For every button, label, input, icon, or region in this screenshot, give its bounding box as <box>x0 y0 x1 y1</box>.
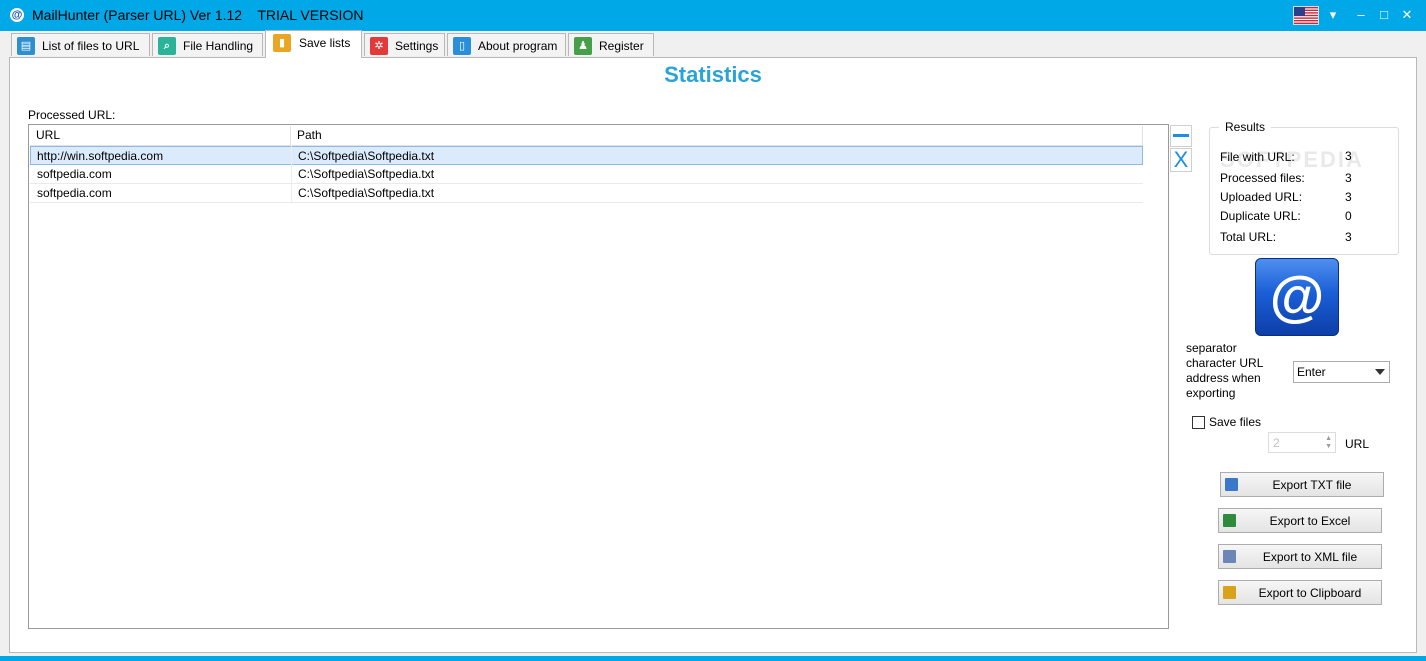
cell-path: C:\Softpedia\Softpedia.txt <box>298 167 435 181</box>
tab-file-handling[interactable]: ⌕ File Handling <box>152 33 263 56</box>
tab-label: File Handling <box>183 39 254 53</box>
export-clipboard-button[interactable]: Export to Clipboard <box>1218 580 1382 605</box>
separator-value: Enter <box>1297 365 1326 379</box>
column-divider <box>291 146 292 203</box>
chevron-down-icon[interactable]: ▼ <box>1325 443 1332 450</box>
excel-icon <box>1223 514 1236 527</box>
minimize-button[interactable]: – <box>1351 6 1371 24</box>
results-title: Results <box>1219 120 1272 134</box>
table-row[interactable]: softpedia.com C:\Softpedia\Softpedia.txt <box>30 165 1143 184</box>
language-dropdown-icon[interactable]: ▾ <box>1323 6 1343 24</box>
txt-file-icon <box>1225 478 1238 491</box>
close-button[interactable]: ✕ <box>1397 6 1417 24</box>
separator-label: separator character URL address when exp… <box>1186 341 1263 400</box>
button-label: Export to XML file <box>1262 550 1358 564</box>
app-logo-icon: @ <box>10 8 24 22</box>
document-icon: ▯ <box>453 37 471 55</box>
export-xml-button[interactable]: Export to XML file <box>1218 544 1382 569</box>
table-row[interactable]: softpedia.com C:\Softpedia\Softpedia.txt <box>30 184 1143 203</box>
user-icon: ♟ <box>574 37 592 55</box>
result-label: Duplicate URL: <box>1220 209 1301 223</box>
tab-about-program[interactable]: ▯ About program <box>447 33 566 56</box>
tab-list-of-files[interactable]: ▤ List of files to URL <box>11 33 150 56</box>
file-list-icon: ▤ <box>17 37 35 55</box>
minus-icon <box>1173 134 1189 137</box>
result-value: 3 <box>1345 230 1352 244</box>
table-row[interactable]: http://win.softpedia.com C:\Softpedia\So… <box>30 146 1143 165</box>
cell-url: http://win.softpedia.com <box>37 149 164 163</box>
result-value: 3 <box>1345 190 1352 204</box>
clipboard-icon <box>1223 586 1236 599</box>
window-title: MailHunter (Parser URL) Ver 1.12 TRIAL V… <box>32 7 364 23</box>
result-label: File with URL: <box>1220 150 1295 164</box>
save-files-checkbox[interactable] <box>1192 416 1205 429</box>
stepper-value: 2 <box>1273 436 1280 450</box>
url-unit-label: URL <box>1345 437 1370 451</box>
clear-list-button[interactable]: X <box>1170 148 1192 172</box>
gear-icon: ✲ <box>370 37 388 55</box>
export-txt-button[interactable]: Export TXT file <box>1220 472 1384 497</box>
tab-label: About program <box>478 39 558 53</box>
tab-register[interactable]: ♟ Register <box>568 33 654 56</box>
window-bottom-border <box>0 656 1426 661</box>
processed-url-table[interactable]: URL Path http://win.softpedia.com C:\Sof… <box>28 124 1169 629</box>
button-label: Export to Excel <box>1269 514 1351 528</box>
chevron-down-icon <box>1375 369 1385 375</box>
chevron-up-icon[interactable]: ▲ <box>1325 435 1332 442</box>
tab-save-lists[interactable]: ▮ Save lists <box>265 30 362 58</box>
cell-url: softpedia.com <box>37 167 112 181</box>
magnifier-icon: ⌕ <box>158 37 176 55</box>
at-sign-logo-icon: @ <box>1255 258 1339 336</box>
result-label: Processed files: <box>1220 171 1305 185</box>
tab-label: Save lists <box>299 36 351 50</box>
url-count-stepper[interactable]: 2 ▲ ▼ <box>1268 432 1336 453</box>
result-label: Total URL: <box>1220 230 1277 244</box>
maximize-button[interactable]: □ <box>1374 6 1394 24</box>
cell-path: C:\Softpedia\Softpedia.txt <box>298 149 435 163</box>
export-excel-button[interactable]: Export to Excel <box>1218 508 1382 533</box>
column-header-url[interactable]: URL <box>30 126 291 146</box>
result-value: 3 <box>1345 171 1352 185</box>
cell-path: C:\Softpedia\Softpedia.txt <box>298 186 435 200</box>
processed-url-label: Processed URL: <box>28 108 116 122</box>
tab-label: List of files to URL <box>42 39 140 53</box>
xml-file-icon <box>1223 550 1236 563</box>
result-label: Uploaded URL: <box>1220 190 1303 204</box>
tab-settings[interactable]: ✲ Settings <box>364 33 445 56</box>
us-flag-icon[interactable] <box>1293 6 1319 25</box>
page-title: Statistics <box>664 62 762 87</box>
tab-label: Register <box>599 39 644 53</box>
button-label: Export TXT file <box>1272 478 1352 492</box>
save-list-icon: ▮ <box>273 34 291 52</box>
cell-url: softpedia.com <box>37 186 112 200</box>
column-header-path[interactable]: Path <box>291 126 1143 146</box>
button-label: Export to Clipboard <box>1258 586 1362 600</box>
tab-label: Settings <box>395 39 439 53</box>
result-value: 0 <box>1345 209 1352 223</box>
save-files-label[interactable]: Save files <box>1209 415 1261 429</box>
result-value: 3 <box>1345 149 1352 163</box>
separator-select[interactable]: Enter <box>1293 361 1390 383</box>
remove-row-button[interactable] <box>1170 125 1192 147</box>
